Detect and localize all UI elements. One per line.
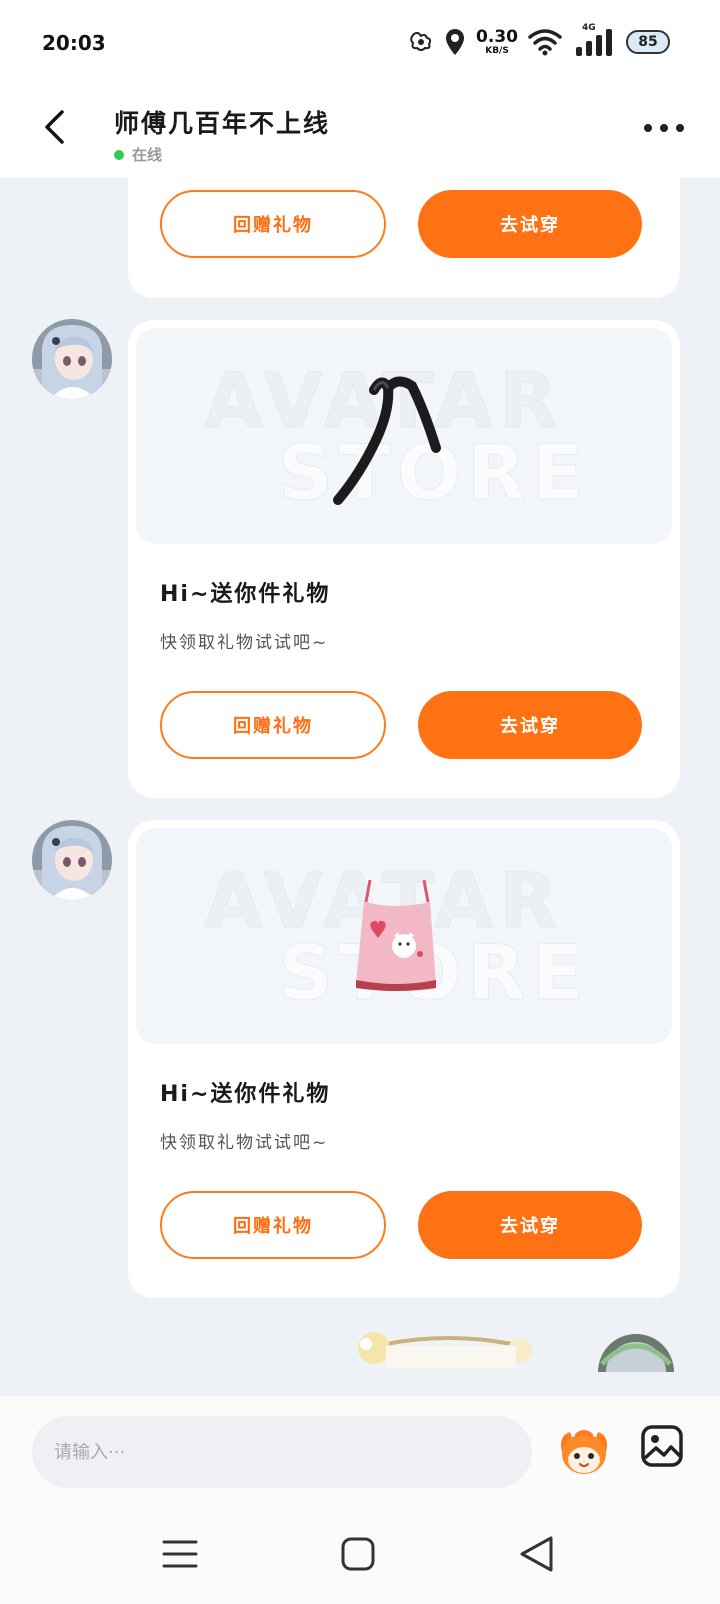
chevron-left-icon: [45, 110, 64, 144]
gift-subtitle: 快领取礼物试试吧~: [160, 1133, 329, 1153]
chat-screen: 20:03 0.30 KB/S 4G 85 师傅几百年不上线 在线 回赠礼物 去…: [0, 0, 720, 1604]
back-nav-button[interactable]: [514, 1532, 558, 1576]
black-ribbon-icon: [333, 376, 441, 505]
page-title: 师傅几百年不上线: [114, 109, 331, 138]
wifi-icon: [528, 29, 562, 56]
system-nav-bar: [0, 1504, 720, 1604]
message-list[interactable]: 回赠礼物 去试穿 AVATAR STORE Hi~送你件礼物 快领取礼物试试吧~…: [0, 178, 720, 1396]
battery-indicator: 85: [626, 30, 670, 54]
status-icons: 0.30 KB/S 4G 85: [408, 23, 670, 60]
more-button[interactable]: [644, 116, 684, 140]
try-on-button[interactable]: 去试穿: [418, 190, 642, 258]
return-gift-button[interactable]: 回赠礼物: [160, 1191, 386, 1259]
image-picker-icon[interactable]: [640, 1424, 684, 1468]
gift-preview[interactable]: AVATAR STORE: [136, 828, 672, 1044]
triangle-back-icon: [520, 1536, 553, 1572]
user-avatar-icon[interactable]: [596, 1332, 676, 1372]
online-status-label: 在线: [132, 146, 163, 164]
try-on-button[interactable]: 去试穿: [418, 691, 642, 759]
online-dot-icon: [114, 149, 124, 160]
return-gift-button[interactable]: 回赠礼物: [160, 691, 386, 759]
home-nav-button[interactable]: [336, 1532, 380, 1576]
shield-badge-icon: [410, 31, 432, 51]
more-dot-icon: [676, 124, 684, 132]
network-speed-value: 0.30: [476, 26, 518, 47]
avatar[interactable]: [32, 820, 112, 900]
message-input[interactable]: [32, 1416, 532, 1488]
input-bar: [0, 1396, 720, 1504]
anime-avatar-icon: [32, 820, 112, 900]
chat-header: 师傅几百年不上线 在线: [0, 90, 720, 178]
mascot-sticker-icon[interactable]: [556, 1422, 612, 1478]
network-speed: 0.30 KB/S: [476, 26, 518, 56]
online-status: 在线: [114, 144, 162, 165]
status-time: 20:03: [42, 31, 106, 55]
pink-camisole-icon: [356, 879, 436, 991]
try-on-button[interactable]: 去试穿: [418, 1191, 642, 1259]
location-icon: [446, 29, 465, 55]
signal-bars-icon: [576, 29, 612, 56]
more-dot-icon: [660, 124, 668, 132]
back-button[interactable]: [36, 104, 72, 150]
gift-card: 回赠礼物 去试穿: [128, 178, 680, 298]
square-home-icon: [341, 1537, 375, 1571]
hamburger-menu-icon: [162, 1540, 198, 1568]
status-bar: 20:03 0.30 KB/S 4G 85: [0, 0, 720, 90]
more-dot-icon: [644, 124, 652, 132]
gift-card: AVATAR STORE Hi~送你件礼物 快领取礼物试试吧~: [128, 820, 680, 1298]
menu-nav-button[interactable]: [158, 1532, 202, 1576]
anime-avatar-icon: [32, 319, 112, 399]
gift-subtitle: 快领取礼物试试吧~: [160, 633, 329, 653]
return-gift-button[interactable]: 回赠礼物: [160, 190, 386, 258]
gift-title: Hi~送你件礼物: [160, 582, 331, 607]
decorative-gift-frame-icon: [358, 1332, 532, 1368]
network-speed-unit: KB/S: [485, 45, 509, 56]
gift-card: AVATAR STORE Hi~送你件礼物 快领取礼物试试吧~ 回赠礼物 去试穿: [128, 320, 680, 798]
gift-preview[interactable]: AVATAR STORE: [136, 328, 672, 544]
gift-title: Hi~送你件礼物: [160, 1082, 331, 1107]
avatar[interactable]: [32, 319, 112, 399]
cell-signal: 4G: [572, 23, 616, 57]
